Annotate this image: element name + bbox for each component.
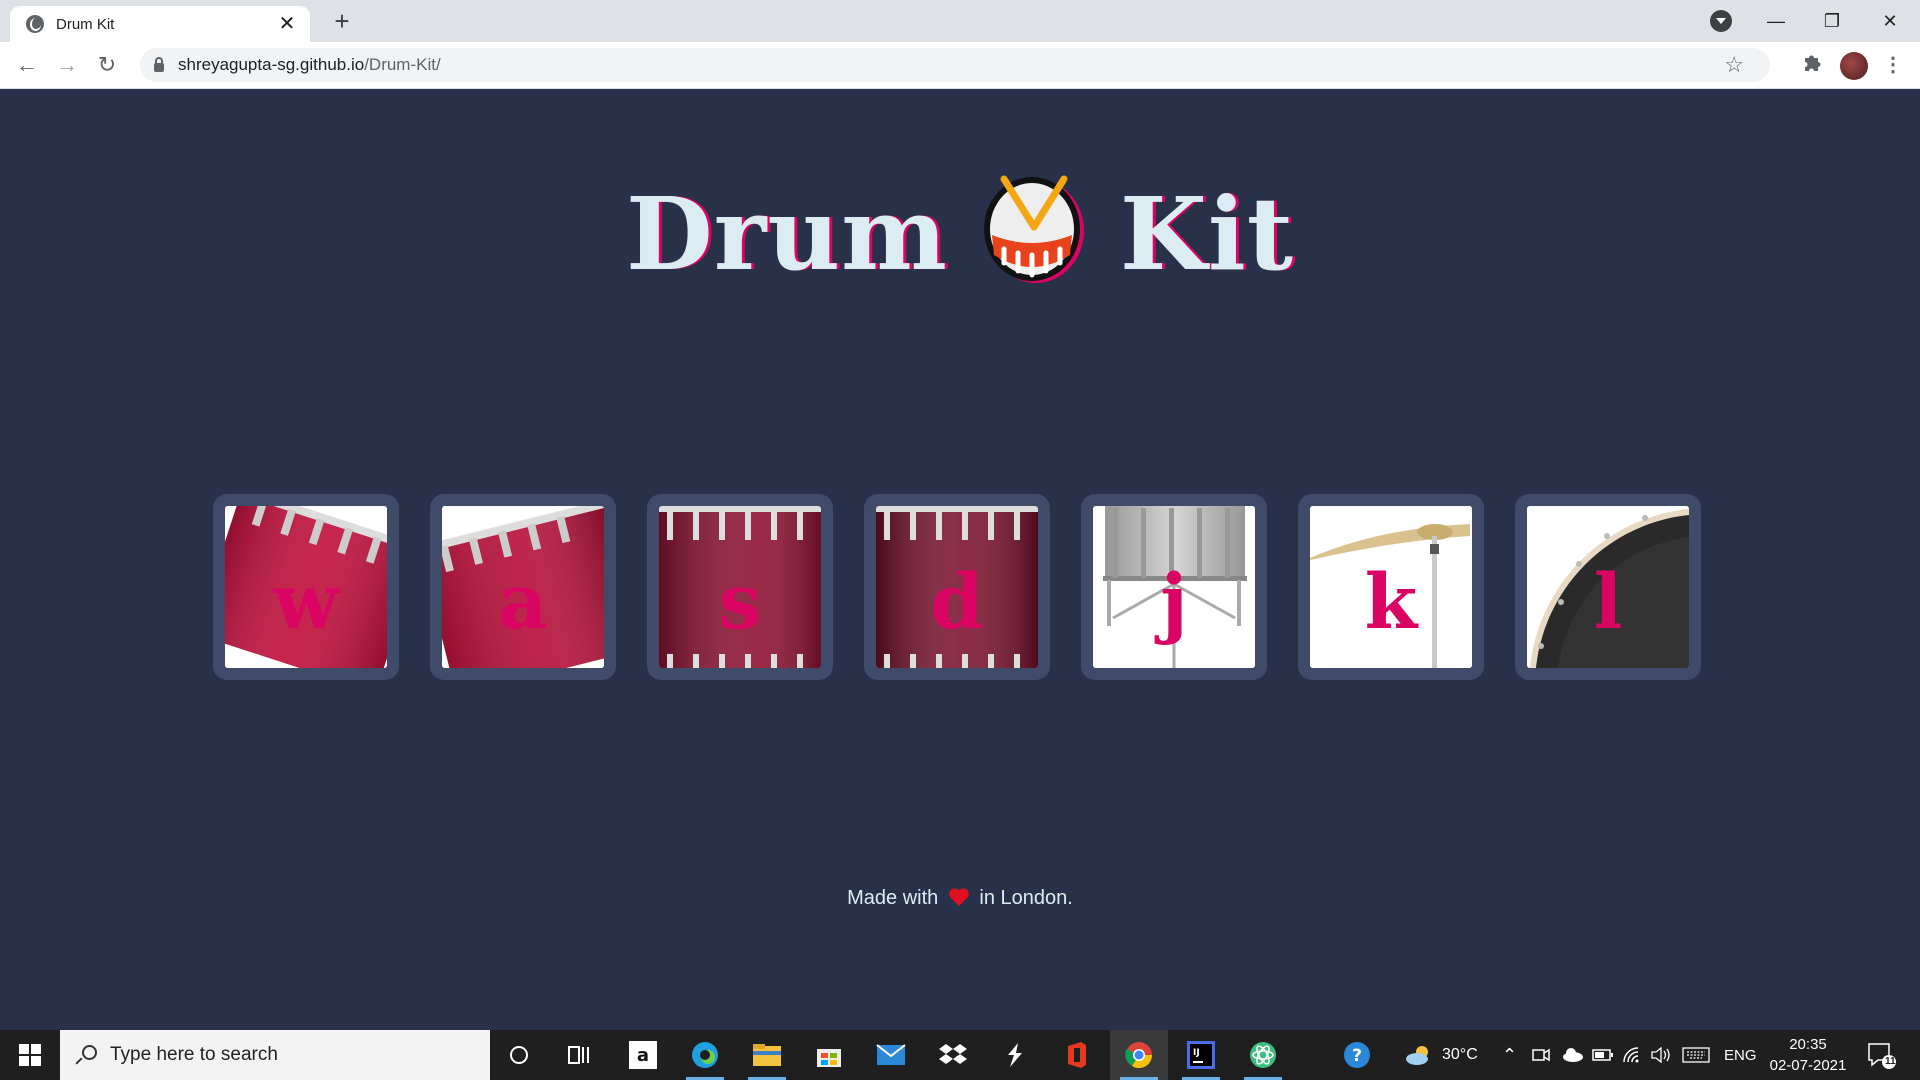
wifi-icon[interactable] bbox=[1622, 1030, 1642, 1080]
intellij-icon[interactable]: IJ bbox=[1172, 1030, 1230, 1080]
start-windows-icon[interactable] bbox=[0, 1030, 60, 1080]
footer-text: Made with in London. bbox=[847, 886, 1073, 909]
forward-button[interactable]: → bbox=[52, 50, 82, 80]
drum-button-j[interactable]: j bbox=[1081, 494, 1267, 680]
touch-keyboard-icon[interactable] bbox=[1682, 1030, 1710, 1080]
dropbox-icon[interactable] bbox=[924, 1030, 982, 1080]
search-icon bbox=[76, 1045, 97, 1065]
drum-button-w[interactable]: w bbox=[213, 494, 399, 680]
help-icon[interactable]: ? bbox=[1342, 1030, 1372, 1080]
windows-taskbar: Type here to search a IJ ? 30°C ⌃ ENG 20… bbox=[0, 1030, 1920, 1080]
address-bar[interactable]: shreyagupta-sg.github.io/Drum-Kit/ ☆ bbox=[140, 48, 1770, 82]
cortana-icon[interactable] bbox=[490, 1030, 548, 1080]
close-window-button[interactable]: ✕ bbox=[1862, 0, 1918, 42]
url-text: shreyagupta-sg.github.io/Drum-Kit/ bbox=[178, 55, 441, 74]
task-view-icon[interactable] bbox=[550, 1030, 608, 1080]
svg-text:?: ? bbox=[1352, 1046, 1362, 1066]
cloud-sun-icon bbox=[1406, 1046, 1428, 1065]
drum-key-label: l bbox=[1593, 557, 1623, 646]
microsoft-store-icon[interactable] bbox=[800, 1030, 858, 1080]
reload-button[interactable]: ↻ bbox=[92, 50, 122, 80]
drum-key-label: d bbox=[930, 557, 984, 646]
mail-icon[interactable] bbox=[862, 1030, 920, 1080]
browser-tab-strip: Drum Kit ✕ + — ❐ ✕ bbox=[0, 0, 1920, 42]
onedrive-cloud-icon[interactable] bbox=[1562, 1030, 1584, 1080]
bookmark-star-icon[interactable]: ☆ bbox=[1724, 52, 1744, 78]
show-hidden-icons-chevron-icon[interactable]: ⌃ bbox=[1502, 1030, 1517, 1080]
drum-button-l[interactable]: l bbox=[1515, 494, 1701, 680]
notification-center-icon[interactable]: 11 bbox=[1866, 1030, 1896, 1080]
browser-tab[interactable]: Drum Kit ✕ bbox=[10, 6, 310, 42]
drum-key-label: k bbox=[1364, 557, 1418, 646]
back-button[interactable]: ← bbox=[12, 50, 42, 80]
heart-icon bbox=[948, 886, 970, 908]
close-tab-icon[interactable]: ✕ bbox=[276, 13, 298, 35]
chrome-browser-icon[interactable] bbox=[1110, 1030, 1168, 1080]
drum-row: w a s d j k l bbox=[213, 494, 1707, 680]
drum-key-label: j bbox=[1160, 557, 1188, 646]
globe-icon bbox=[26, 15, 44, 33]
amazon-app-icon[interactable]: a bbox=[614, 1030, 672, 1080]
restore-button[interactable]: ❐ bbox=[1804, 0, 1860, 42]
new-tab-button[interactable]: + bbox=[326, 6, 358, 38]
page-title: Drum Kit bbox=[0, 169, 1920, 293]
taskbar-search-input[interactable]: Type here to search bbox=[60, 1030, 490, 1080]
battery-icon[interactable] bbox=[1592, 1030, 1614, 1080]
tab-search-icon[interactable] bbox=[1710, 10, 1732, 32]
drum-button-a[interactable]: a bbox=[430, 494, 616, 680]
file-explorer-icon[interactable] bbox=[738, 1030, 796, 1080]
input-language[interactable]: ENG bbox=[1724, 1030, 1757, 1080]
drum-button-d[interactable]: d bbox=[864, 494, 1050, 680]
extensions-puzzle-icon[interactable] bbox=[1799, 52, 1825, 78]
weather-widget[interactable]: 30°C bbox=[1404, 1030, 1478, 1080]
atom-editor-icon[interactable] bbox=[1234, 1030, 1292, 1080]
drum-key-label: s bbox=[718, 557, 762, 646]
lock-icon[interactable] bbox=[154, 56, 164, 72]
page-content: Drum Kit w a s d j k l Made with in Lond… bbox=[0, 89, 1920, 1030]
browser-toolbar: ← → ↻ shreyagupta-sg.github.io/Drum-Kit/… bbox=[0, 42, 1920, 89]
drum-key-label: a bbox=[498, 557, 548, 646]
taskbar-clock[interactable]: 20:35 02-07-2021 bbox=[1764, 1034, 1852, 1076]
drum-button-k[interactable]: k bbox=[1298, 494, 1484, 680]
edge-browser-icon[interactable] bbox=[676, 1030, 734, 1080]
office-icon[interactable] bbox=[1048, 1030, 1106, 1080]
browser-menu-icon[interactable]: ⋮ bbox=[1880, 52, 1906, 78]
tab-title: Drum Kit bbox=[56, 15, 115, 33]
sublime-text-icon[interactable] bbox=[986, 1030, 1044, 1080]
svg-text:IJ: IJ bbox=[1193, 1048, 1200, 1058]
meet-now-icon[interactable] bbox=[1532, 1030, 1550, 1080]
drum-emoji-icon bbox=[982, 169, 1086, 283]
profile-avatar[interactable] bbox=[1840, 52, 1868, 80]
svg-text:a: a bbox=[637, 1045, 649, 1066]
minimize-button[interactable]: — bbox=[1748, 0, 1804, 42]
drum-key-label: w bbox=[273, 557, 339, 646]
notification-count-badge: 11 bbox=[1885, 1056, 1896, 1067]
volume-icon[interactable] bbox=[1650, 1030, 1672, 1080]
drum-button-s[interactable]: s bbox=[647, 494, 833, 680]
